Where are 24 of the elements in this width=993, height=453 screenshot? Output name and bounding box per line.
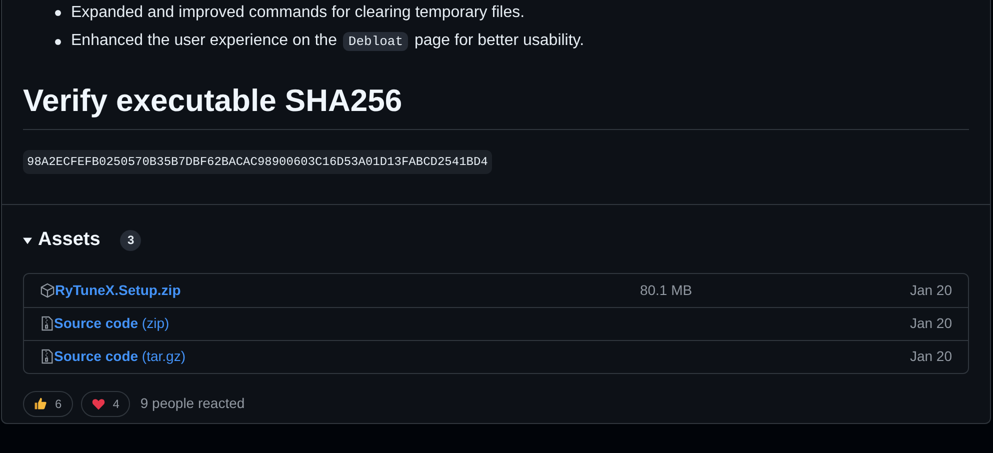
file-zip-icon [40, 316, 54, 331]
bullet-icon [55, 38, 61, 44]
hash-code: 98A2ECFEFB0250570B35B7DBF62BACAC98900603C16D53A01D13FABCD2541BD4 [23, 150, 492, 174]
asset-date: Jan 20 [910, 280, 952, 300]
file-size: 80.1 MB [640, 280, 694, 300]
bullet-icon [55, 10, 61, 16]
file-zip-icon [40, 349, 54, 364]
section-heading: Verify executable SHA256 [23, 82, 404, 120]
asset-date: Jan 20 [910, 314, 952, 333]
reaction-summary: 9 people reacted [140, 394, 245, 413]
reaction-button[interactable]: 6 [23, 390, 73, 416]
list-item-text: Expanded and improved commands for clearing temporary files. [71, 3, 525, 23]
asset-date: Jan 20 [910, 347, 952, 366]
list-item-text: Enhanced the user experience on the Debloat page for better usability. [71, 31, 584, 53]
reaction-button[interactable]: 4 [80, 390, 130, 416]
asset-link[interactable]: Source code (zip) [54, 313, 170, 334]
asset-link[interactable]: RyTuneX.Setup.zip [55, 280, 181, 300]
count-badge: 3 [120, 230, 142, 251]
heart-icon [92, 398, 105, 410]
thumbs-up-icon [34, 397, 47, 410]
package-icon [40, 282, 55, 298]
caret-icon [23, 236, 32, 245]
asset-link[interactable]: Source code (tar.gz) [54, 346, 186, 367]
assets-toggle[interactable]: Assets [23, 226, 100, 254]
